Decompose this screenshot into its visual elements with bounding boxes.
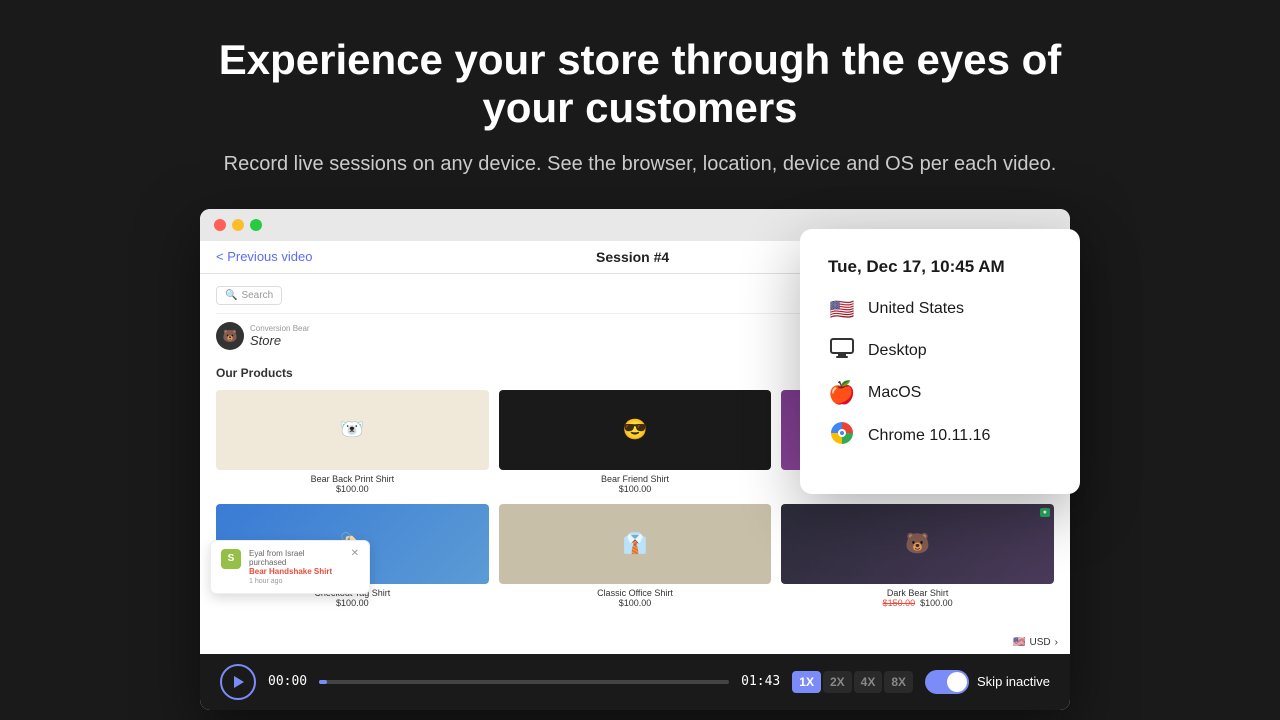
product-card-1[interactable]: 🐻‍❄️ Bear Back Print Shirt $100.00 [216,390,489,494]
country-flag-icon: 🇺🇸 [828,297,856,322]
store-logo-icon: 🐻 [216,322,244,350]
page-subtitle: Record live sessions on any device. See … [210,149,1070,179]
product-name-1: Bear Back Print Shirt [216,474,489,484]
product-price-6: $100.00 [920,598,953,608]
product-card-6[interactable]: 🐻 ● Dark Bear Shirt $150.00 $100.00 [781,504,1054,608]
store-logo-text: Conversion Bear Store [250,324,310,348]
session-title: Session #4 [596,249,669,265]
chrome-icon [828,422,856,450]
product-name-2: Bear Friend Shirt [499,474,772,484]
product-price-5: $100.00 [499,598,772,608]
product-name-6: Dark Bear Shirt [781,588,1054,598]
traffic-light-green[interactable] [250,219,262,231]
conversion-bear-label: Conversion Bear [250,324,310,333]
toast-time: 1 hour ago [249,578,343,585]
info-device: Desktop [868,342,927,360]
currency-flag: 🇺🇸 [1013,637,1025,648]
toast-content: Eyal from Israel purchased Bear Handshak… [249,549,343,585]
desktop-icon [828,338,856,364]
toast-notification: S Eyal from Israel purchased Bear Handsh… [210,540,370,594]
currency-label: USD [1030,637,1051,648]
speed-1x[interactable]: 1X [792,671,821,693]
info-device-row: Desktop [828,338,1052,364]
play-button[interactable] [220,664,256,700]
product-card-2[interactable]: 😎 Bear Friend Shirt $100.00 [499,390,772,494]
time-current: 00:00 [268,674,307,689]
speed-8x[interactable]: 8X [884,671,913,693]
video-controls: 00:00 01:43 1X 2X 4X 8X Skip inactive [200,654,1070,710]
product-image-1: 🐻‍❄️ [216,390,489,470]
toggle-switch[interactable] [925,670,969,694]
info-os-row: 🍎 MacOS [828,380,1052,406]
speed-2x[interactable]: 2X [823,671,852,693]
toast-product: Bear Handshake Shirt [249,567,343,576]
product-image-6: 🐻 ● [781,504,1054,584]
search-placeholder: Search [241,290,273,301]
time-total: 01:43 [741,674,780,689]
info-datetime: Tue, Dec 17, 10:45 AM [828,257,1052,277]
store-name-label: Store [250,333,310,348]
search-icon: 🔍 [225,290,237,301]
info-country-row: 🇺🇸 United States [828,297,1052,322]
progress-bar[interactable] [319,680,729,684]
product-image-5: 👔 [499,504,772,584]
page-title: Experience your store through the eyes o… [210,36,1070,133]
product-price-1: $100.00 [216,484,489,494]
toast-close-icon[interactable]: ✕ [351,549,359,559]
info-country: United States [868,300,964,318]
info-os: MacOS [868,384,921,402]
traffic-light-red[interactable] [214,219,226,231]
product-price-sale-6: $150.00 [883,598,916,608]
demo-container: < Previous video Session #4 Cart (0) Che… [200,209,1080,710]
product-card-5[interactable]: 👔 Classic Office Shirt $100.00 [499,504,772,608]
play-icon [234,676,244,688]
store-search[interactable]: 🔍 Search [216,286,282,305]
speed-controls: 1X 2X 4X 8X [792,671,913,693]
product-price-4: $100.00 [216,598,489,608]
prev-video-link[interactable]: < Previous video [216,249,312,264]
info-panel: Tue, Dec 17, 10:45 AM 🇺🇸 United States D… [800,229,1080,494]
currency-arrow: › [1055,637,1058,648]
skip-inactive-toggle[interactable]: Skip inactive [925,670,1050,694]
apple-icon: 🍎 [828,380,856,406]
shopify-icon: S [221,549,241,569]
sale-badge: ● [1040,508,1050,517]
toast-line1: Eyal from Israel purchased [249,549,343,567]
toggle-knob [947,672,967,692]
product-price-2: $100.00 [499,484,772,494]
store-footer-bar: 🇺🇸 USD › [1001,631,1070,654]
traffic-light-yellow[interactable] [232,219,244,231]
product-image-2: 😎 [499,390,772,470]
speed-4x[interactable]: 4X [854,671,883,693]
product-name-5: Classic Office Shirt [499,588,772,598]
skip-label: Skip inactive [977,674,1050,689]
info-browser: Chrome 10.11.16 [868,427,990,445]
header-section: Experience your store through the eyes o… [190,0,1090,199]
info-browser-row: Chrome 10.11.16 [828,422,1052,450]
progress-fill [319,680,327,684]
